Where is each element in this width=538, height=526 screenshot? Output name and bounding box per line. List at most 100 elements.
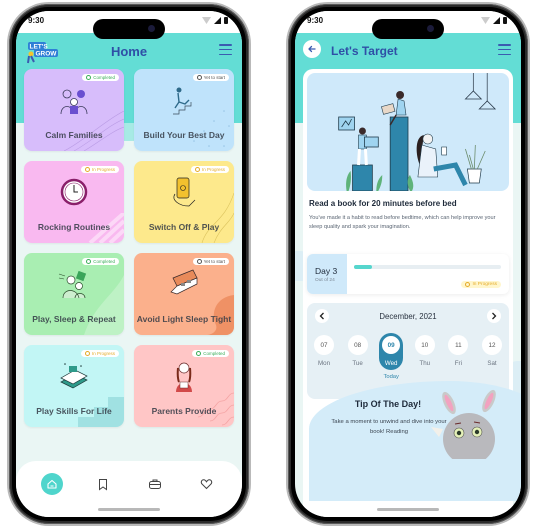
calendar-day[interactable]: 09 Wed Today — [378, 333, 404, 380]
kids-playing-icon — [58, 270, 87, 299]
status-label: In Progress — [201, 167, 225, 172]
status-label: In Progress — [91, 351, 115, 356]
day-pill: 08 Tue — [346, 333, 370, 370]
check-circle-icon — [86, 75, 92, 80]
status-badge: In Progress — [80, 166, 119, 173]
day-date: 10 — [414, 335, 435, 355]
module-title: Switch Off & Play — [148, 222, 220, 233]
chevron-right-icon — [492, 312, 497, 320]
day-pill: 09 Wed — [379, 333, 404, 370]
nav-toolkit-tab[interactable] — [144, 473, 166, 495]
day-pill: 12 Sat — [480, 333, 504, 370]
calendar-day[interactable]: 10 Thu — [412, 333, 438, 380]
day-date: 07 — [314, 335, 334, 355]
heart-icon — [200, 479, 212, 490]
hero-illustration — [307, 73, 509, 191]
module-card[interactable]: Completed Parents Provide — [134, 345, 234, 427]
nav-home-tab[interactable] — [40, 473, 63, 495]
module-card[interactable]: Completed Calm Families — [24, 69, 124, 151]
calendar-day[interactable]: 12 Sat — [479, 333, 505, 380]
status-time: 9:30 — [307, 16, 324, 25]
clock-icon — [84, 351, 90, 356]
camera-icon — [427, 25, 434, 32]
calendar-day[interactable]: 07 Mon — [311, 333, 337, 380]
status-label: Completed — [93, 75, 115, 80]
home-screen: 9:30 LET'S GROW Home Completed Calm Famil… — [16, 11, 242, 517]
phone-target: 9:30 Let's Target Read a book for 20 min… — [288, 4, 528, 524]
page-title: Let's Target — [331, 44, 398, 58]
module-card[interactable]: Yet to start Build Your Best Day — [134, 69, 234, 151]
progress-track — [354, 265, 501, 269]
reading-illustration-icon — [338, 73, 497, 191]
nav-bookmarks-tab[interactable] — [92, 473, 114, 495]
rhino-mascot-icon — [431, 389, 496, 459]
status-label: Completed — [203, 351, 225, 356]
module-card[interactable]: In Progress Switch Off & Play — [134, 161, 234, 243]
calendar-day[interactable]: 08 Tue — [345, 333, 371, 380]
camera-icon — [148, 25, 155, 32]
next-month-button[interactable] — [487, 309, 501, 323]
lets-grow-logo-icon[interactable]: LET'S GROW — [24, 39, 62, 65]
bed-icon — [170, 269, 198, 295]
briefcase-icon — [148, 479, 161, 489]
module-title: Avoid Light Sleep Tight — [136, 314, 232, 325]
status-badge: Completed — [82, 258, 119, 265]
dynamic-island — [93, 19, 165, 39]
phone-home: 9:30 LET'S GROW Home Completed Calm Famil… — [9, 4, 249, 524]
status-badge: In Progress — [461, 281, 501, 288]
hourglass-icon — [196, 75, 202, 80]
status-icons — [202, 17, 228, 24]
calendar-days: 07 Mon 08 Tue 09 Wed Today 10 Thu 11 Fri 12 Sat — [311, 333, 505, 380]
screen-frame: 9:30 Let's Target Read a book for 20 min… — [291, 7, 525, 521]
page-title: Home — [110, 43, 148, 59]
status-time: 9:30 — [28, 16, 45, 25]
day-weekday: Sat — [487, 360, 497, 367]
toys-icon — [60, 363, 88, 389]
calendar-header: December, 2021 — [315, 309, 501, 323]
wall-clock-icon — [60, 178, 88, 206]
module-title: Play Skills For Life — [36, 406, 112, 417]
status-label: Yet to start — [203, 259, 225, 264]
module-title: Rocking Routines — [37, 222, 111, 233]
progress-fill — [354, 265, 373, 269]
signal-icon — [214, 17, 221, 24]
hourglass-icon — [196, 259, 202, 264]
nav-favorites-tab[interactable] — [195, 473, 217, 495]
module-title: Play, Sleep & Repeat — [32, 314, 116, 325]
status-label: Yet to start — [203, 75, 225, 80]
day-weekday: Tue — [352, 360, 363, 367]
module-card[interactable]: In Progress Rocking Routines — [24, 161, 124, 243]
today-label: Today — [383, 374, 399, 380]
day-weekday: Fri — [454, 360, 462, 367]
task-description: You've made it a habit to read before be… — [309, 215, 496, 231]
day-date: 08 — [347, 335, 368, 355]
progress-area: In Progress — [347, 254, 509, 294]
status-badge: Completed — [192, 350, 229, 357]
day-date: 12 — [481, 335, 502, 355]
day-pill: 11 Fri — [446, 333, 470, 370]
back-button[interactable] — [303, 40, 321, 58]
calendar-month: December, 2021 — [379, 311, 437, 321]
family-icon — [60, 89, 88, 115]
status-badge: Yet to start — [192, 258, 229, 265]
hamburger-menu-icon[interactable] — [219, 44, 232, 55]
status-badge: Completed — [82, 74, 119, 81]
module-card[interactable]: In Progress Play Skills For Life — [24, 345, 124, 427]
battery-icon — [224, 17, 228, 24]
day-date: 11 — [448, 335, 469, 355]
home-icon — [47, 479, 57, 489]
arrow-left-icon — [308, 45, 316, 53]
prev-month-button[interactable] — [315, 309, 329, 323]
hamburger-menu-icon[interactable] — [498, 44, 511, 55]
day-weekday: Thu — [419, 360, 431, 367]
status-icons — [481, 17, 507, 24]
calendar-day[interactable]: 11 Fri — [445, 333, 471, 380]
parent-reading-icon — [176, 362, 192, 392]
target-screen: 9:30 Let's Target Read a book for 20 min… — [295, 11, 521, 517]
module-card[interactable]: Yet to start Avoid Light Sleep Tight — [134, 253, 234, 335]
module-title: Build Your Best Day — [143, 130, 225, 141]
day-pill: 07 Mon — [312, 333, 336, 370]
module-card[interactable]: Completed Play, Sleep & Repeat — [24, 253, 124, 335]
status-label: In Progress — [91, 167, 115, 172]
bookmark-icon — [99, 478, 108, 490]
